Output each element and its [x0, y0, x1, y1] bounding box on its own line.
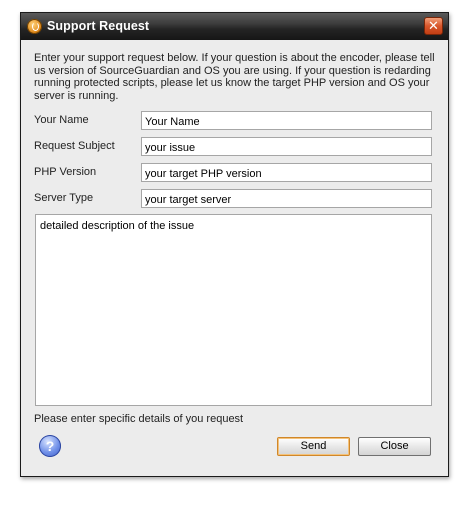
support-request-dialog: Support Request ✕ Enter your support req… [20, 12, 449, 477]
title-bar[interactable]: Support Request ✕ [21, 13, 448, 40]
server-type-label: Server Type [34, 192, 94, 204]
close-button[interactable]: Close [358, 437, 431, 456]
description-textarea[interactable]: detailed description of the issue [35, 214, 432, 406]
your-name-input[interactable] [141, 111, 432, 130]
php-version-input[interactable] [141, 163, 432, 182]
details-hint: Please enter specific details of you req… [34, 413, 244, 425]
send-button[interactable]: Send [277, 437, 350, 456]
window-title: Support Request [47, 19, 150, 33]
your-name-label: Your Name [34, 114, 89, 126]
request-subject-label: Request Subject [34, 140, 115, 152]
server-type-input[interactable] [141, 189, 432, 208]
help-icon[interactable]: ? [39, 435, 61, 457]
request-subject-input[interactable] [141, 137, 432, 156]
close-icon[interactable]: ✕ [424, 17, 443, 35]
intro-text: Enter your support request below. If you… [34, 52, 435, 102]
php-version-label: PHP Version [34, 166, 97, 178]
app-icon [27, 19, 42, 34]
